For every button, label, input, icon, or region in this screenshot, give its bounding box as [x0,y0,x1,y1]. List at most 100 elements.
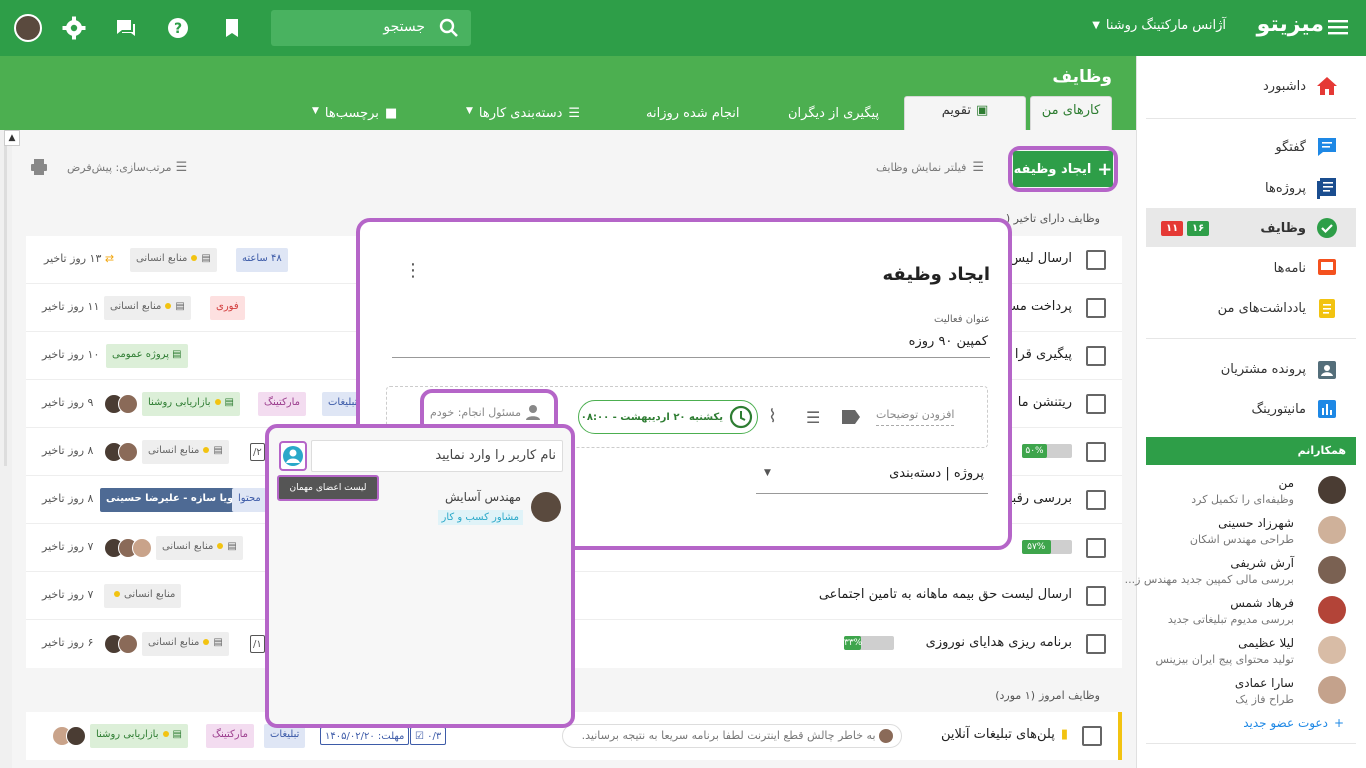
tag-icon[interactable] [842,410,860,424]
tab-labels[interactable]: ■ برچسب‌ها ▼ [312,106,397,132]
category-tag[interactable]: منابع انسانی [104,584,182,608]
task-title: ارسال لیست حق بیمه ماهانه به تامین اجتما… [818,587,1072,602]
tab-done-daily[interactable]: انجام شده روزانه [646,106,739,132]
member-item[interactable]: سارا عمادی طراح فاز یک [1235,676,1294,706]
comment-chip[interactable]: به خاطر چالش قطع اینترنت لطفا برنامه سری… [562,724,902,748]
sidebar-item-tasks[interactable]: وظایف [1260,217,1338,239]
assignee-button[interactable]: مسئول انجام: خودم [430,404,541,420]
attachment-icon[interactable]: ⌇ [768,406,777,427]
user-list-item[interactable]: مهندس آسایش مشاور کسب و کار [401,484,561,528]
task-checkbox[interactable] [1082,726,1102,746]
section-overdue-title: وظایف دارای تاخیر ( [1005,212,1100,225]
tab-follow-up[interactable]: پیگیری از دیگران [788,106,879,132]
task-checkbox[interactable] [1086,394,1106,414]
task-checkbox[interactable] [1086,538,1106,558]
gear-icon[interactable] [62,16,86,40]
checklist-value: ۰/۳ [427,731,442,742]
task-checkbox[interactable] [1086,442,1106,462]
task-checkbox[interactable] [1086,586,1106,606]
assignee-label: مسئول انجام: خودم [430,405,521,419]
chat-icon[interactable] [114,16,138,40]
username-input[interactable]: نام کاربر را وارد نمایید [311,440,563,472]
tab-categories[interactable]: ☰ دسته‌بندی کارها ▼ [466,106,580,132]
date-text: یکشنبه ۲۰ اردیبهشت - ۰۸:۰۰ [580,411,723,423]
avatar [118,442,138,462]
task-checkbox[interactable] [1086,250,1106,270]
delay-text: ⇄ ۱۳ روز تاخیر [44,252,114,265]
category-tag[interactable]: ▤ بازاریابی روشنا [90,724,188,748]
client-tag[interactable]: پویا سازه - علیرضا حسینی [100,488,244,512]
checklist-icon[interactable]: ☰ [806,408,820,427]
sidebar-divider [1146,338,1356,339]
scroll-up-button[interactable]: ▲ [4,130,20,146]
guest-list-button[interactable] [279,441,307,471]
more-options-icon[interactable]: ⋮ [404,262,422,280]
sidebar-item-label: گفتگو [1275,139,1306,155]
member-item[interactable]: آرش شریفی بررسی مالی کمپین جدید مهندس ز..… [1125,556,1294,586]
filter-button[interactable]: ☰ فیلتر نمایش وظایف [876,160,984,175]
category-tag[interactable]: ▤ منابع انسانی [142,440,229,464]
sidebar-item-notes[interactable]: یادداشت‌های من [1218,297,1338,319]
sidebar-item-projects[interactable]: پروژه‌ها [1265,177,1338,199]
create-task-button[interactable]: + ایجاد وظیفه [1013,151,1113,187]
sort-button[interactable]: ☰ مرتب‌سازی: پیش‌فرض [67,160,187,175]
task-checkbox[interactable] [1086,346,1106,366]
member-item[interactable]: فرهاد شمس بررسی مدیوم تبلیغاتی جدید [1168,596,1294,626]
label-tag[interactable]: ۴۸ ساعته [236,248,288,272]
guest-icon [281,443,305,469]
tag-icon: ▤ [224,397,234,408]
category-tag[interactable]: ▤ منابع انسانی [130,248,217,272]
task-checkbox[interactable] [1086,298,1106,318]
tag-label: منابع انسانی [162,541,214,552]
search-icon[interactable] [439,18,459,38]
date-chip[interactable]: یکشنبه ۲۰ اردیبهشت - ۰۸:۰۰ [578,400,758,434]
user-avatar[interactable] [14,14,42,42]
category-tag[interactable]: ▤ منابع انسانی [104,296,191,320]
tab-calendar[interactable]: ▣ تقویم [904,96,1026,130]
label-tag[interactable]: مارکتینگ [206,724,254,748]
sidebar-item-chat[interactable]: گفتگو [1275,136,1338,158]
progress-fill: ۵۰% [1022,444,1047,458]
member-item[interactable]: لیلا عظیمی تولید محتوای پیج ایران بیزینس [1156,636,1295,666]
sidebar-item-monitoring[interactable]: مانیتورینگ [1251,398,1338,420]
invite-member-link[interactable]: + دعوت عضو جدید [1243,716,1344,730]
tag-icon: ▤ [172,349,182,360]
tag-icon: ▤ [175,301,185,312]
tab-my-tasks[interactable]: کارهای من [1030,96,1112,130]
tag-icon: ▤ [227,541,237,552]
category-tag[interactable]: ▤ پروژه عمومی [106,344,188,368]
category-tag[interactable]: ▤ بازاریابی روشنا [142,392,240,416]
category-icon: ☰ [568,106,581,121]
menu-icon[interactable] [1328,18,1348,36]
brand-logo[interactable]: میزیتو [1257,12,1324,37]
delay-text: ۶ روز تاخیر [42,636,94,649]
scrollbar-track[interactable] [4,146,7,466]
help-icon[interactable]: ? [166,16,190,40]
task-checkbox[interactable] [1086,634,1106,654]
search-input[interactable]: جستجو [383,19,425,35]
member-item[interactable]: شهرزاد حسینی طراحی مهندس اشکان [1190,516,1294,546]
category-tag[interactable]: ▤ منابع انسانی [142,632,229,656]
home-icon [1316,76,1338,96]
sidebar-item-customers[interactable]: پرونده مشتریان [1221,358,1338,380]
org-selector[interactable]: آژانس مارکتینگ روشنا ▼ [1092,18,1226,33]
member-item[interactable]: من وظیفه‌ای را تکمیل کرد [1191,476,1294,506]
member-name: سارا عمادی [1234,676,1294,690]
sidebar-item-letters[interactable]: نامه‌ها [1274,257,1338,279]
label-tag[interactable]: محتوا [232,488,267,512]
project-select[interactable]: پروژه | دسته‌بندی ▼ [756,456,988,494]
category-tag[interactable]: ▤ منابع انسانی [156,536,243,560]
label-tag[interactable]: مارکتینگ [258,392,306,416]
tag-label: منابع انسانی [148,445,200,456]
section-today-label: وظایف امروز [1038,689,1100,702]
plus-icon: + [1333,716,1344,730]
label-tag[interactable]: فوری [210,296,245,320]
print-icon[interactable] [30,158,48,176]
avatar [118,634,138,654]
task-checkbox[interactable] [1086,490,1106,510]
activity-input[interactable]: کمپین ۹۰ روزه [392,330,990,358]
search-box[interactable]: جستجو [271,10,471,46]
sidebar-item-dashboard[interactable]: داشبورد [1263,76,1338,96]
description-input[interactable]: افزودن توضیحات [876,408,955,426]
bookmark-icon[interactable] [220,16,244,40]
